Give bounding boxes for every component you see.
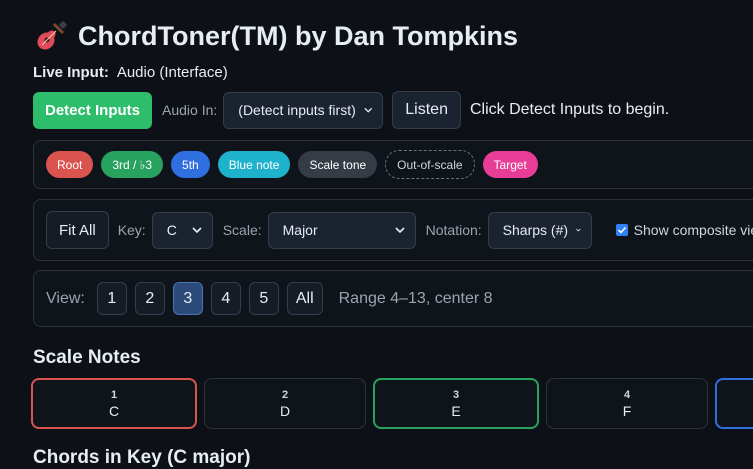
page-header: ChordToner(TM) by Dan Tompkins	[34, 18, 518, 54]
scale-label: Scale:	[222, 222, 262, 238]
composite-view-label: Show composite view	[633, 222, 753, 238]
legend-chip-target: Target	[482, 151, 538, 178]
audio-in-label: Audio In:	[162, 102, 218, 118]
listen-button[interactable]: Listen	[392, 91, 461, 129]
input-controls: Detect Inputs Audio In: (Detect inputs f…	[33, 91, 669, 129]
legend-chip-scale-tone: Scale tone	[298, 151, 378, 178]
chevron-down-icon	[576, 228, 581, 232]
live-input-row: Live Input: Audio (Interface)	[33, 64, 228, 81]
guitar-icon	[37, 21, 67, 50]
chevron-down-icon	[192, 227, 202, 234]
composite-view-checkbox[interactable]	[615, 224, 628, 236]
view-button-4[interactable]: 4	[210, 282, 241, 315]
legend-chip-out-of-scale: Out-of-scale	[385, 150, 475, 179]
view-button-3[interactable]: 3	[172, 282, 203, 315]
chevron-down-icon	[395, 227, 405, 234]
note-degree: 1	[110, 388, 118, 401]
view-button-5[interactable]: 5	[248, 282, 279, 315]
note-name: D	[279, 402, 291, 419]
live-input-value: Audio (Interface)	[116, 64, 228, 81]
detect-inputs-button[interactable]: Detect Inputs	[33, 91, 153, 129]
scale-note-card[interactable]: 1 C	[31, 378, 197, 429]
audio-in-select[interactable]: (Detect inputs first)	[223, 91, 384, 129]
scale-notes-title: Scale Notes	[33, 347, 141, 368]
live-input-label: Live Input:	[33, 64, 109, 81]
notation-label: Notation:	[425, 222, 482, 238]
legend-panel: Root 3rd / ♭3 5th Blue note Scale tone O…	[33, 140, 753, 189]
note-name: E	[451, 402, 461, 419]
notation-value: Sharps (#)	[502, 222, 569, 238]
key-label: Key:	[117, 222, 146, 238]
view-button-2[interactable]: 2	[134, 282, 165, 315]
notation-select[interactable]: Sharps (#)	[487, 211, 592, 249]
range-text: Range 4–13, center 8	[338, 289, 493, 307]
note-degree: 2	[281, 388, 289, 401]
key-select[interactable]: C	[151, 211, 213, 249]
view-label: View:	[46, 289, 85, 307]
note-name: C	[108, 402, 120, 419]
scale-notes-list: 1 C 2 D 3 E 4 F	[31, 378, 753, 429]
chevron-down-icon	[364, 107, 372, 113]
check-icon	[617, 226, 626, 234]
audio-in-value: (Detect inputs first)	[238, 102, 356, 118]
fit-all-button[interactable]: Fit All	[46, 211, 109, 249]
scale-note-card[interactable]: 4 F	[546, 378, 708, 429]
view-button-all[interactable]: All	[286, 282, 323, 315]
legend-chip-blue-note: Blue note	[217, 151, 291, 178]
chords-title: Chords in Key (C major)	[33, 447, 251, 468]
scale-select[interactable]: Major	[267, 211, 416, 249]
scale-note-card[interactable]: 3 E	[373, 378, 539, 429]
note-degree: 3	[452, 388, 460, 401]
status-text: Click Detect Inputs to begin.	[469, 101, 670, 118]
scale-value: Major	[282, 222, 318, 238]
settings-panel: Fit All Key: C Scale: Major Notation: Sh…	[33, 199, 753, 261]
scale-note-card[interactable]: 2 D	[204, 378, 366, 429]
view-panel: View: 1 2 3 4 5 All Range 4–13, center 8	[33, 270, 753, 327]
legend-chip-third: 3rd / ♭3	[101, 151, 164, 178]
legend-chip-root: Root	[46, 151, 94, 178]
scale-note-card[interactable]	[715, 378, 753, 429]
note-degree: 4	[623, 388, 631, 401]
page-title: ChordToner(TM) by Dan Tompkins	[78, 20, 518, 51]
key-value: C	[166, 222, 177, 238]
note-name: F	[622, 402, 632, 419]
view-button-1[interactable]: 1	[96, 282, 127, 315]
legend-chip-fifth: 5th	[171, 151, 210, 178]
